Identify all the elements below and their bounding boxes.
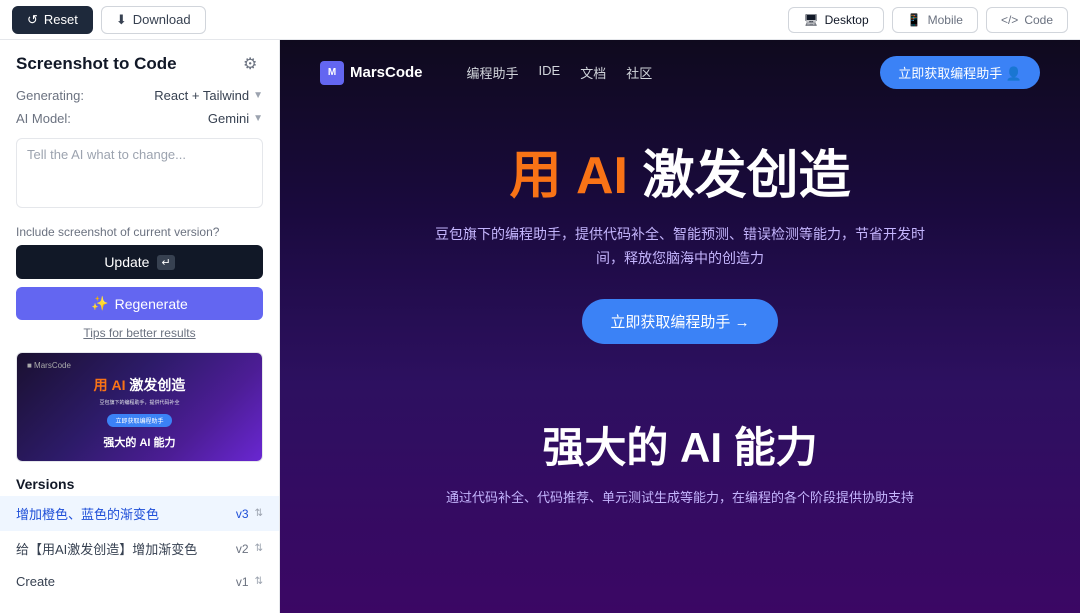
- update-button[interactable]: Update ↵: [16, 245, 263, 279]
- download-label: Download: [133, 12, 191, 27]
- version-name-v2: 给【用AI激发创造】增加渐变色: [16, 539, 236, 558]
- desktop-icon: 🖥: [803, 13, 818, 27]
- ai-model-label: AI Model:: [16, 111, 71, 126]
- code-icon: </>: [1001, 13, 1018, 27]
- thumb-section-title: 强大的 AI 能力: [89, 434, 189, 450]
- generating-value: React + Tailwind: [154, 88, 249, 103]
- change-instruction-input[interactable]: [16, 138, 263, 208]
- version-name-v3: 增加橙色、蓝色的渐变色: [16, 504, 236, 523]
- version-badge-v3: v3: [236, 507, 249, 521]
- original-screenshot-thumbnail: ■ MarsCode 用 AI 激发创造 豆包旗下的编程助手，提供代码补全 立即…: [16, 352, 263, 462]
- chevron-down-icon-2: ▼: [253, 113, 263, 124]
- thumb-logo: ■ MarsCode: [27, 361, 71, 370]
- ai-model-selector[interactable]: Gemini ▼: [208, 111, 263, 126]
- desktop-label: Desktop: [825, 13, 869, 27]
- change-instruction-wrap: [0, 130, 279, 221]
- mobile-icon: 📱: [907, 13, 922, 27]
- regenerate-button[interactable]: ✨ Regenerate: [16, 287, 263, 320]
- thumb-title-orange: 用 AI: [94, 377, 126, 393]
- reset-label: Reset: [44, 12, 78, 27]
- generating-label: Generating:: [16, 88, 84, 103]
- preview-content: M MarsCode 编程助手 IDE 文档 社区 立即获取编程助手 👤 用 A…: [280, 40, 1080, 613]
- mobile-label: Mobile: [928, 13, 963, 27]
- hero-title-orange: 用 AI: [510, 147, 628, 205]
- version-name-v1: Create: [16, 574, 236, 589]
- sparkle-icon: ✨: [91, 295, 108, 312]
- version-chevron-v1: ⇅: [255, 576, 263, 587]
- hero-subtitle: 豆包旗下的编程助手，提供代码补全、智能预测、错误检测等能力，节省开发时间，释放您…: [430, 223, 930, 271]
- code-label: Code: [1024, 13, 1053, 27]
- preview-nav: M MarsCode 编程助手 IDE 文档 社区 立即获取编程助手 👤: [280, 40, 1080, 105]
- download-button[interactable]: ⬇ Download: [101, 6, 206, 34]
- preview-logo: M MarsCode: [320, 61, 423, 85]
- sidebar-title: Screenshot to Code: [16, 54, 177, 74]
- chevron-down-icon: ▼: [253, 90, 263, 101]
- update-label: Update: [104, 254, 149, 270]
- version-badge-v2: v2: [236, 542, 249, 556]
- version-chevron-v2: ⇅: [255, 543, 263, 554]
- thumb-title-white: 激发创造: [129, 377, 185, 393]
- preview-hero: 用 AI 激发创造 豆包旗下的编程助手，提供代码补全、智能预测、错误检测等能力，…: [280, 105, 1080, 374]
- reset-button[interactable]: ↺ Reset: [12, 6, 93, 34]
- include-screenshot-text: Include screenshot of current version?: [0, 221, 279, 245]
- logo-text: MarsCode: [350, 64, 423, 81]
- hero-title-white: 激发创造: [642, 147, 850, 205]
- versions-label: Versions: [0, 470, 279, 496]
- preview-section2: 强大的 AI 能力 通过代码补全、代码推荐、单元测试生成等能力，在编程的各个阶段…: [280, 374, 1080, 539]
- reset-icon: ↺: [27, 12, 38, 28]
- topbar: ↺ Reset ⬇ Download 🖥 Desktop 📱 Mobile </…: [0, 0, 1080, 40]
- download-icon: ⬇: [116, 12, 127, 28]
- nav-link-4[interactable]: 社区: [626, 63, 652, 82]
- version-item-v1[interactable]: Create v1 ⇅: [0, 566, 279, 597]
- thumb-cta-btn: 立即获取编程助手: [107, 414, 171, 427]
- tips-link[interactable]: Tips for better results: [0, 324, 279, 348]
- regenerate-label: Regenerate: [115, 296, 188, 312]
- version-item-v3[interactable]: 增加橙色、蓝色的渐变色 v3 ⇅: [0, 496, 279, 531]
- hero-title: 用 AI 激发创造: [320, 145, 1040, 207]
- desktop-view-button[interactable]: 🖥 Desktop: [788, 7, 883, 33]
- section2-subtitle: 通过代码补全、代码推荐、单元测试生成等能力，在编程的各个阶段提供协助支持: [430, 487, 930, 509]
- main-layout: Screenshot to Code ⚙ Generating: React +…: [0, 40, 1080, 613]
- section2-title: 强大的 AI 能力: [320, 414, 1040, 475]
- hero-cta-label: 立即获取编程助手 →: [610, 311, 749, 332]
- nav-link-1[interactable]: 编程助手: [467, 63, 519, 82]
- nav-cta-label: 立即获取编程助手 👤: [898, 63, 1022, 82]
- version-item-v2[interactable]: 给【用AI激发创造】增加渐变色 v2 ⇅: [0, 531, 279, 566]
- nav-link-2[interactable]: IDE: [539, 63, 561, 82]
- generating-field: Generating: React + Tailwind ▼: [0, 84, 279, 107]
- nav-link-3[interactable]: 文档: [580, 63, 606, 82]
- preview-nav-links: 编程助手 IDE 文档 社区: [467, 63, 653, 82]
- thumb-hero-title: 用 AI 激发创造: [89, 376, 189, 394]
- topbar-left: ↺ Reset ⬇ Download: [12, 6, 206, 34]
- sidebar-header: Screenshot to Code ⚙: [0, 40, 279, 84]
- thumb-subtitle: 豆包旗下的编程助手，提供代码补全: [89, 399, 189, 406]
- ai-model-value: Gemini: [208, 111, 249, 126]
- version-chevron-v3: ⇅: [255, 508, 263, 519]
- version-badge-v1: v1: [236, 575, 249, 589]
- mobile-view-button[interactable]: 📱 Mobile: [892, 7, 978, 33]
- code-view-button[interactable]: </> Code: [986, 7, 1068, 33]
- nav-cta-button[interactable]: 立即获取编程助手 👤: [880, 56, 1040, 89]
- thumb-content: 用 AI 激发创造 豆包旗下的编程助手，提供代码补全 立即获取编程助手 强大的 …: [79, 376, 199, 449]
- generating-value-selector[interactable]: React + Tailwind ▼: [154, 88, 263, 103]
- topbar-right: 🖥 Desktop 📱 Mobile </> Code: [788, 7, 1068, 33]
- logo-image: M: [320, 61, 344, 85]
- hero-cta-button[interactable]: 立即获取编程助手 →: [582, 299, 777, 344]
- settings-icon[interactable]: ⚙: [243, 54, 263, 74]
- preview-area: M MarsCode 编程助手 IDE 文档 社区 立即获取编程助手 👤 用 A…: [280, 40, 1080, 613]
- ai-model-field: AI Model: Gemini ▼: [0, 107, 279, 130]
- enter-icon: ↵: [157, 255, 174, 270]
- thumbnail-image: ■ MarsCode 用 AI 激发创造 豆包旗下的编程助手，提供代码补全 立即…: [17, 353, 262, 462]
- sidebar: Screenshot to Code ⚙ Generating: React +…: [0, 40, 280, 613]
